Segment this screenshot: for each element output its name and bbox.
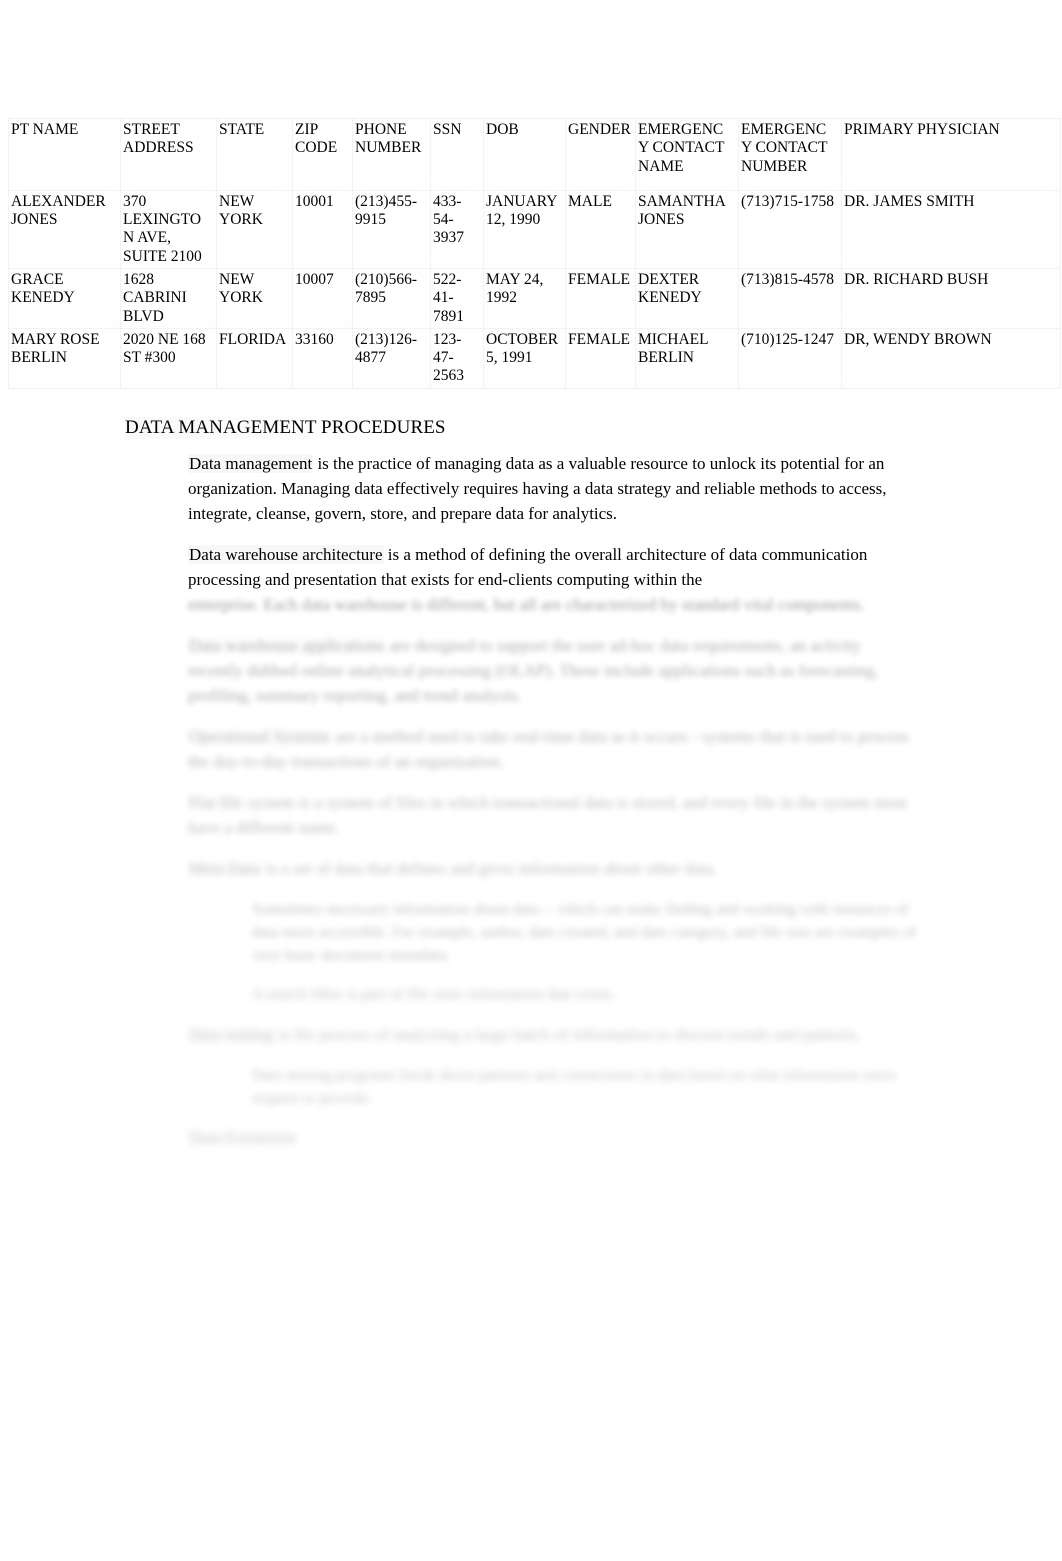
cell-ssn: 433-54-3937: [431, 190, 484, 268]
cell-pt-name: GRACE KENEDY: [9, 268, 121, 328]
cell-street-address: 2020 NE 168 ST #300: [121, 328, 217, 388]
list-item-body: system is a system of files in which tra…: [188, 793, 907, 837]
cell-primary-physician: DR. RICHARD BUSH: [842, 268, 1061, 328]
sub-bullet-glyph-icon: : [218, 983, 240, 1003]
list-item-term: Data Extraction: [188, 1128, 297, 1147]
cell-phone-number: (213)126-4877: [353, 328, 431, 388]
bullet-glyph-icon: : [150, 725, 172, 749]
list-item-term: Data warehouse architecture: [188, 545, 384, 564]
list-item:  Data warehouse applications are design…: [0, 634, 1062, 709]
column-header-street-address: STREET ADDRESS: [121, 119, 217, 191]
cell-emergency-contact-name: SAMANTHA JONES: [636, 190, 739, 268]
list-item:  Meta Data is a set of data that define…: [0, 857, 1062, 882]
procedures-list:  Data management is the practice of man…: [0, 452, 1062, 1167]
list-item-term: Data management: [188, 454, 313, 473]
cell-emergency-contact-number: (713)815-4578: [739, 268, 842, 328]
cell-dob: JANUARY 12, 1990: [484, 190, 566, 268]
column-header-primary-physician: PRIMARY PHYSICIAN: [842, 119, 1061, 191]
cell-gender: FEMALE: [566, 268, 636, 328]
cell-state: FLORIDA: [217, 328, 293, 388]
cell-pt-name: MARY ROSE BERLIN: [9, 328, 121, 388]
cell-gender: MALE: [566, 190, 636, 268]
bullet-glyph-icon: : [150, 634, 172, 658]
cell-emergency-contact-name: MICHAEL BERLIN: [636, 328, 739, 388]
column-header-emergency-contact-number: EMERGENCY CONTACT NUMBER: [739, 119, 842, 191]
bullet-glyph-icon: : [150, 543, 172, 567]
patient-data-table-wrapper: PT NAME STREET ADDRESS STATE ZIP CODE PH…: [8, 118, 1060, 389]
column-header-emergency-contact-name: EMERGENCY CONTACT NAME: [636, 119, 739, 191]
table-row: ALEXANDER JONES 370 LEXINGTON AVE, SUITE…: [9, 190, 1061, 268]
cell-phone-number: (213)455-9915: [353, 190, 431, 268]
cell-dob: OCTOBER 5, 1991: [484, 328, 566, 388]
list-item-term: Meta Data: [188, 859, 261, 878]
list-item:  Data mining is the process of analyzin…: [0, 1023, 1062, 1048]
sub-list-item-body: Data mining programs break down patterns…: [252, 1067, 896, 1107]
list-item-body-tail: enterprise. Each data warehouse is diffe…: [188, 593, 912, 618]
list-item:  Data warehouse architecture is a metho…: [0, 543, 1062, 618]
cell-emergency-contact-name: DEXTER KENEDY: [636, 268, 739, 328]
list-item-term: Data warehouse applications: [188, 636, 385, 655]
column-header-zip-code: ZIP CODE: [293, 119, 353, 191]
cell-street-address: 1628 CABRINI BLVD: [121, 268, 217, 328]
bullet-glyph-icon: : [150, 452, 172, 476]
cell-gender: FEMALE: [566, 328, 636, 388]
sub-bullet-glyph-icon: : [218, 1064, 240, 1084]
list-item-body: is a set of data that defines and gives …: [261, 859, 717, 878]
cell-zip-code: 10007: [293, 268, 353, 328]
list-item:  Operational Systems are a method used …: [0, 725, 1062, 775]
cell-street-address: 370 LEXINGTON AVE, SUITE 2100: [121, 190, 217, 268]
bullet-glyph-icon: : [150, 791, 172, 815]
sub-list-item-body: Sometimes necessary information about da…: [252, 901, 916, 964]
list-item-term: Data mining: [188, 1025, 275, 1044]
cell-dob: MAY 24, 1992: [484, 268, 566, 328]
cell-ssn: 522-41-7891: [431, 268, 484, 328]
patient-data-table: PT NAME STREET ADDRESS STATE ZIP CODE PH…: [8, 118, 1061, 389]
column-header-gender: GENDER: [566, 119, 636, 191]
cell-emergency-contact-number: (710)125-1247: [739, 328, 842, 388]
sub-bullet-glyph-icon: : [218, 898, 240, 918]
cell-zip-code: 33160: [293, 328, 353, 388]
sub-list-item:  Sometimes necessary information about …: [0, 898, 1062, 968]
cell-state: NEW YORK: [217, 268, 293, 328]
cell-state: NEW YORK: [217, 190, 293, 268]
list-item:  Data Extraction: [0, 1126, 1062, 1151]
column-header-state: STATE: [217, 119, 293, 191]
sub-list-item-body: A search filter is part of file store in…: [252, 986, 616, 1003]
column-header-pt-name: PT NAME: [9, 119, 121, 191]
sub-list-item:  A search filter is part of file store …: [0, 983, 1062, 1006]
cell-pt-name: ALEXANDER JONES: [9, 190, 121, 268]
bullet-glyph-icon: : [150, 857, 172, 881]
bullet-glyph-icon: : [150, 1126, 172, 1150]
column-header-ssn: SSN: [431, 119, 484, 191]
cell-ssn: 123-47-2563: [431, 328, 484, 388]
cell-primary-physician: DR. JAMES SMITH: [842, 190, 1061, 268]
list-item:  Flat file system is a system of files …: [0, 791, 1062, 841]
table-row: MARY ROSE BERLIN 2020 NE 168 ST #300 FLO…: [9, 328, 1061, 388]
list-item:  Data management is the practice of man…: [0, 452, 1062, 527]
cell-zip-code: 10001: [293, 190, 353, 268]
column-header-phone-number: PHONE NUMBER: [353, 119, 431, 191]
cell-emergency-contact-number: (713)715-1758: [739, 190, 842, 268]
list-item-term: Operational Systems: [188, 727, 331, 746]
table-header-row: PT NAME STREET ADDRESS STATE ZIP CODE PH…: [9, 119, 1061, 191]
list-item-body: is the process of analyzing a large batc…: [275, 1025, 861, 1044]
page-title: DATA MANAGEMENT PROCEDURES: [125, 417, 446, 439]
column-header-dob: DOB: [484, 119, 566, 191]
cell-primary-physician: DR, WENDY BROWN: [842, 328, 1061, 388]
cell-phone-number: (210)566-7895: [353, 268, 431, 328]
bullet-glyph-icon: : [150, 1023, 172, 1047]
list-item-term: Flat file: [188, 793, 243, 812]
document-page: PT NAME STREET ADDRESS STATE ZIP CODE PH…: [0, 0, 1062, 1561]
table-row: GRACE KENEDY 1628 CABRINI BLVD NEW YORK …: [9, 268, 1061, 328]
sub-list-item:  Data mining programs break down patter…: [0, 1064, 1062, 1110]
